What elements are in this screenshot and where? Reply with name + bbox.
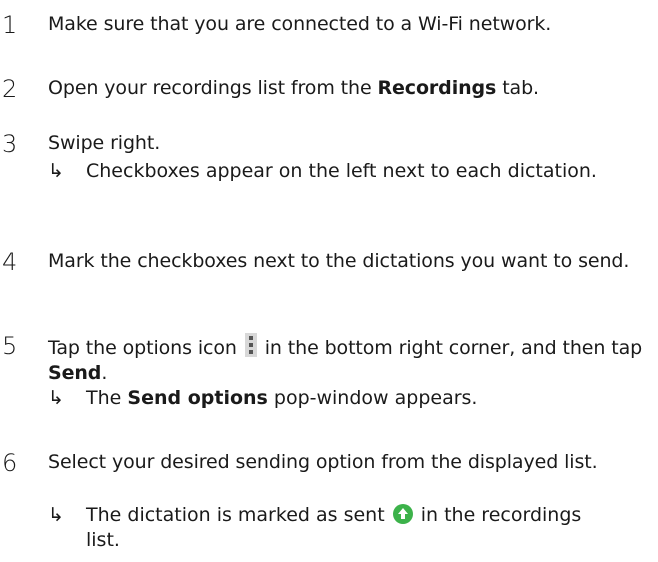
sent-arrow-up-icon <box>392 504 413 524</box>
result-arrow-icon: ↳ <box>48 160 64 182</box>
step-result: ↳ The dictation is marked as sent in the… <box>48 504 582 551</box>
step-number: 5 <box>2 332 18 360</box>
result-arrow-icon: ↳ <box>48 387 64 409</box>
step-number: 2 <box>2 75 18 103</box>
step-number: 1 <box>2 11 18 39</box>
step-number: 3 <box>2 130 18 158</box>
step-result: ↳ Checkboxes appear on the left next to … <box>48 160 597 182</box>
tab-name-recordings: Recordings <box>377 77 497 99</box>
step-text: Open your recordings list from the Recor… <box>48 77 539 99</box>
step-text: Select your desired sending option from … <box>48 451 598 473</box>
step-text: Make sure that you are connected to a Wi… <box>48 13 552 35</box>
step-text: Swipe right. <box>48 132 161 154</box>
step-number: 6 <box>2 449 18 477</box>
popup-name-send-options: Send options <box>127 387 268 409</box>
instructions-page: 1 Make sure that you are connected to a … <box>0 0 658 562</box>
menu-item-send: Send <box>48 362 102 384</box>
result-arrow-icon: ↳ <box>48 504 64 526</box>
step-result: ↳ The Send options pop-window appears. <box>48 387 478 409</box>
step-text: Mark the checkboxes next to the dictatio… <box>48 250 630 272</box>
step-number: 4 <box>2 248 18 276</box>
step-text: Tap the options icon in the bottom right… <box>48 333 658 386</box>
more-vert-icon <box>244 333 257 357</box>
